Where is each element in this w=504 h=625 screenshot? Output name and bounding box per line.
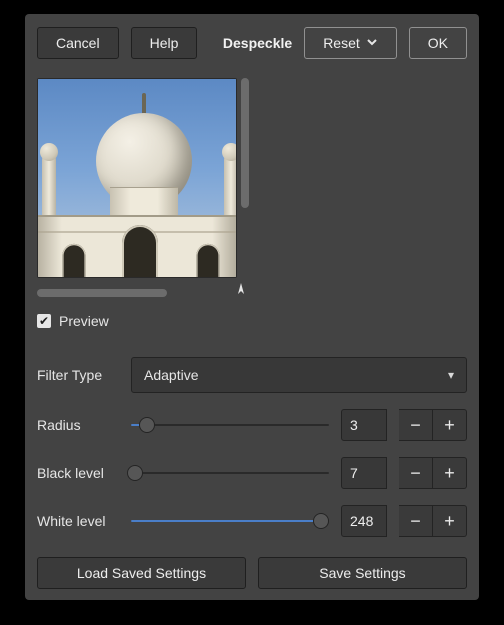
radius-decrement-button[interactable]: − (399, 409, 433, 441)
preview-image[interactable] (37, 78, 237, 278)
white-level-value-input[interactable]: 248 (341, 505, 387, 537)
filter-type-select[interactable]: Adaptive ▾ (131, 357, 467, 393)
filter-type-value: Adaptive (144, 367, 198, 383)
white-level-row: White level 248 − + (37, 505, 467, 537)
dropdown-triangle-icon: ▾ (448, 368, 454, 382)
reset-button[interactable]: Reset (304, 27, 397, 59)
radius-increment-button[interactable]: + (433, 409, 467, 441)
black-level-decrement-button[interactable]: − (399, 457, 433, 489)
black-level-row: Black level 7 − + (37, 457, 467, 489)
preview-navigation-row (37, 282, 249, 303)
minus-icon: − (410, 415, 421, 436)
minus-icon: − (410, 463, 421, 484)
chevron-down-icon (366, 35, 378, 51)
preview-horizontal-scrollbar-thumb[interactable] (37, 289, 167, 297)
white-level-slider-thumb[interactable] (313, 513, 329, 529)
dialog-toolbar: Cancel Help Despeckle Reset OK (37, 26, 467, 60)
preview-horizontal-scrollbar[interactable] (37, 289, 227, 297)
check-icon: ✔ (37, 314, 51, 328)
white-level-stepper: − + (399, 505, 467, 537)
white-level-slider[interactable] (131, 511, 329, 531)
radius-slider[interactable] (131, 415, 329, 435)
help-button[interactable]: Help (131, 27, 198, 59)
black-level-slider[interactable] (131, 463, 329, 483)
dialog-title: Despeckle (223, 35, 292, 51)
preview-checkbox[interactable]: ✔ Preview (37, 313, 467, 329)
filter-type-label: Filter Type (37, 367, 119, 383)
preview-vertical-scrollbar[interactable] (241, 78, 249, 278)
white-level-decrement-button[interactable]: − (399, 505, 433, 537)
filter-type-row: Filter Type Adaptive ▾ (37, 357, 467, 393)
black-level-label: Black level (37, 465, 119, 481)
black-level-slider-thumb[interactable] (127, 465, 143, 481)
plus-icon: + (444, 463, 455, 484)
preview-checkbox-label: Preview (59, 313, 109, 329)
plus-icon: + (444, 511, 455, 532)
white-level-label: White level (37, 513, 119, 529)
radius-value-input[interactable]: 3 (341, 409, 387, 441)
preview-area (37, 78, 467, 278)
save-settings-button[interactable]: Save Settings (258, 557, 467, 589)
white-level-increment-button[interactable]: + (433, 505, 467, 537)
black-level-stepper: − + (399, 457, 467, 489)
preview-vertical-scrollbar-thumb[interactable] (241, 78, 249, 208)
navigate-icon[interactable] (233, 282, 249, 303)
radius-slider-thumb[interactable] (139, 417, 155, 433)
black-level-increment-button[interactable]: + (433, 457, 467, 489)
minus-icon: − (410, 511, 421, 532)
radius-row: Radius 3 − + (37, 409, 467, 441)
plus-icon: + (444, 415, 455, 436)
radius-stepper: − + (399, 409, 467, 441)
ok-button[interactable]: OK (409, 27, 467, 59)
reset-label: Reset (323, 35, 360, 51)
radius-label: Radius (37, 417, 119, 433)
dialog-footer: Load Saved Settings Save Settings (37, 557, 467, 589)
black-level-value-input[interactable]: 7 (341, 457, 387, 489)
cancel-button[interactable]: Cancel (37, 27, 119, 59)
dialog-content: ✔ Preview Filter Type Adaptive ▾ Radius … (37, 72, 467, 589)
load-saved-settings-button[interactable]: Load Saved Settings (37, 557, 246, 589)
despeckle-dialog: Cancel Help Despeckle Reset OK (25, 14, 479, 600)
settings-form: Filter Type Adaptive ▾ Radius 3 − + (37, 357, 467, 537)
